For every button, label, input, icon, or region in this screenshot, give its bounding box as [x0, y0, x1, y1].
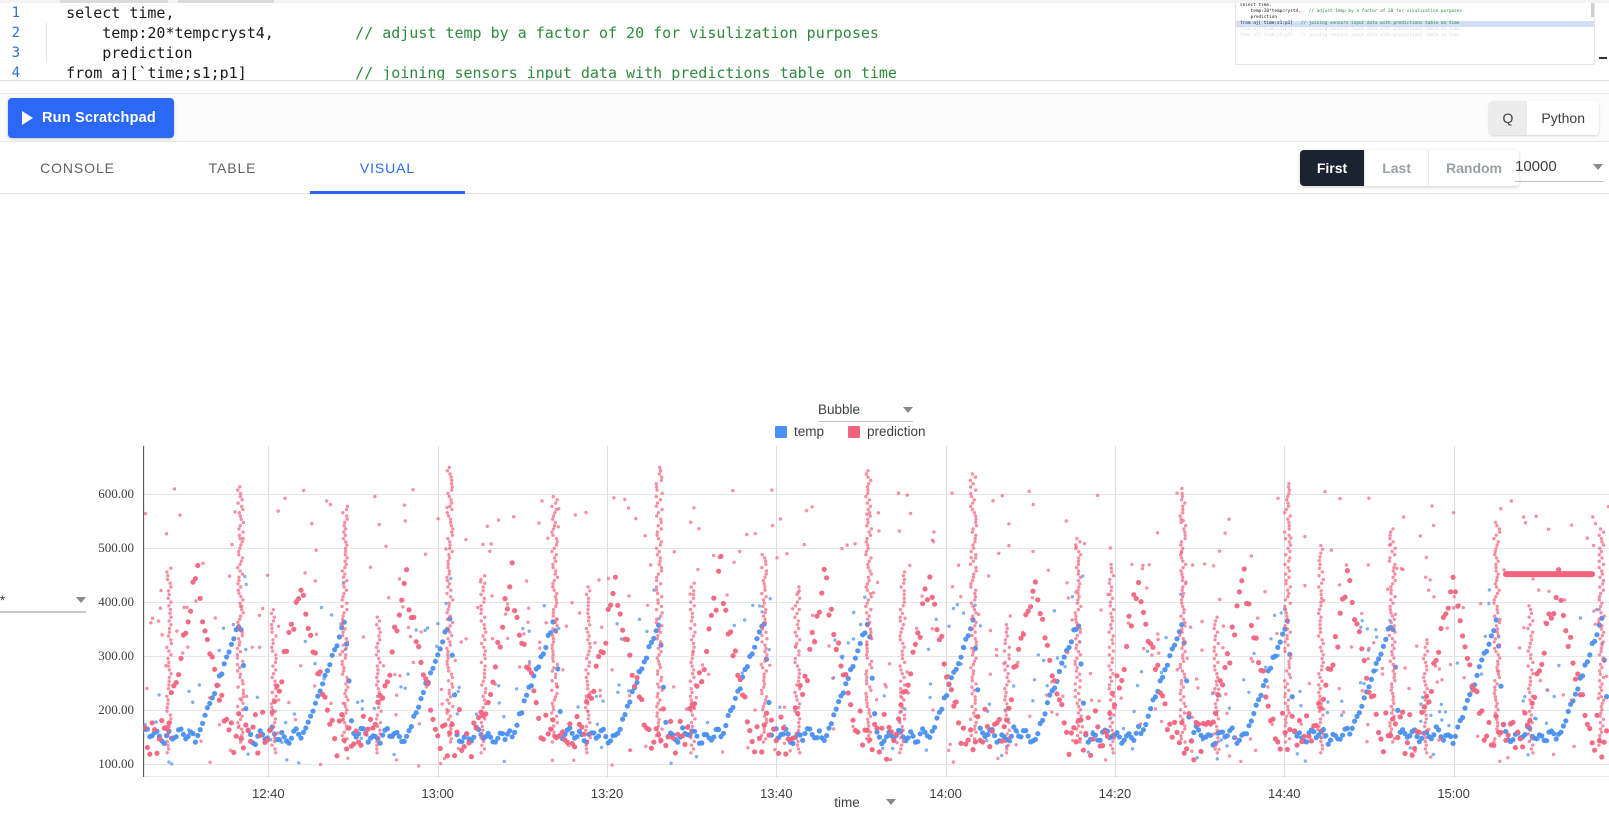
- x-axis-select[interactable]: time: [820, 790, 910, 814]
- chevron-down-icon: [76, 597, 86, 603]
- code-text: select time,: [30, 4, 175, 22]
- x-tick-label: 15:00: [1437, 786, 1470, 801]
- tab-console[interactable]: CONSOLE: [0, 142, 155, 194]
- y-tick-label: 400.00: [98, 594, 134, 610]
- y-tick-label: 600.00: [98, 486, 134, 502]
- sample-mode-first[interactable]: First: [1300, 150, 1365, 186]
- legend-swatch: [775, 426, 787, 438]
- chevron-down-icon: [886, 799, 896, 805]
- chart-type-value: Bubble: [818, 402, 860, 417]
- code-line: 2 temp:20*tempcryst4, // adjust temp by …: [0, 23, 1205, 43]
- x-tick-label: 14:20: [1099, 786, 1132, 801]
- play-icon: [22, 111, 33, 125]
- code-line: 3 prediction: [0, 43, 1205, 63]
- code-minimap[interactable]: select time, temp:20*tempcryst4, // adju…: [1235, 3, 1595, 65]
- legend-label: prediction: [867, 424, 926, 439]
- code-text: prediction: [30, 44, 193, 62]
- legend-label: temp: [794, 424, 824, 439]
- run-toolbar: Run Scratchpad Q Python: [0, 94, 1609, 142]
- code-text: temp:20*tempcryst4,: [30, 24, 274, 42]
- y-tick-label: 100.00: [98, 756, 134, 772]
- language-option-q[interactable]: Q: [1489, 101, 1528, 135]
- result-tabs: CONSOLETABLEVISUAL: [0, 142, 465, 194]
- y-tick-label: 500.00: [98, 540, 134, 556]
- visual-chart-panel: Bubble tempprediction * 100.00200.00300.…: [0, 194, 1609, 628]
- scroll-marker: [1599, 57, 1607, 59]
- chart-type-select[interactable]: Bubble: [818, 398, 913, 422]
- editor-scroll-rail[interactable]: [1597, 3, 1609, 93]
- line-number: 1: [0, 3, 20, 23]
- sample-mode-group[interactable]: FirstLastRandom: [1300, 150, 1519, 186]
- code-comment: // adjust temp by a factor of 20 for vis…: [274, 24, 879, 42]
- chart-plot-area: 100.00200.00300.00400.00500.00600.00 12:…: [143, 446, 1609, 777]
- x-tick-label: 12:40: [252, 786, 285, 801]
- chevron-down-icon: [903, 407, 913, 413]
- chevron-down-icon: [1593, 164, 1603, 170]
- code-editor[interactable]: 1 select time,2 temp:20*tempcryst4, // a…: [0, 0, 1609, 94]
- language-toggle[interactable]: Q Python: [1489, 101, 1599, 135]
- x-axis-value: time: [834, 795, 860, 810]
- minimap-line: from aj[`time;s1;p1] // joining sensors …: [1236, 33, 1594, 39]
- x-tick-label: 13:00: [421, 786, 454, 801]
- x-tick-label: 13:40: [760, 786, 793, 801]
- active-line-divider: [0, 80, 1609, 81]
- x-tick-label: 13:20: [591, 786, 624, 801]
- y-tick-label: 200.00: [98, 702, 134, 718]
- y-axis-value: *: [0, 593, 5, 608]
- tab-visual[interactable]: VISUAL: [310, 142, 465, 194]
- chart-legend: temp prediction: [775, 424, 926, 439]
- result-tabs-bar: CONSOLETABLEVISUAL FirstLastRandom 10000: [0, 142, 1609, 194]
- run-scratchpad-label: Run Scratchpad: [42, 110, 156, 126]
- legend-swatch: [848, 426, 860, 438]
- y-axis-select[interactable]: *: [0, 589, 86, 613]
- code-line: 1 select time,: [0, 3, 1205, 23]
- legend-item-prediction[interactable]: prediction: [848, 424, 926, 439]
- row-limit-value: 10000: [1515, 158, 1557, 175]
- chart-svg: [143, 446, 1609, 777]
- sample-mode-random[interactable]: Random: [1429, 150, 1519, 186]
- line-number: 2: [0, 23, 20, 43]
- run-scratchpad-button[interactable]: Run Scratchpad: [8, 98, 174, 138]
- line-number: 3: [0, 43, 20, 63]
- y-tick-label: 300.00: [98, 648, 134, 664]
- x-tick-label: 14:00: [929, 786, 962, 801]
- x-tick-label: 14:40: [1268, 786, 1301, 801]
- tab-table[interactable]: TABLE: [155, 142, 310, 194]
- sample-mode-last[interactable]: Last: [1365, 150, 1429, 186]
- legend-item-temp[interactable]: temp: [775, 424, 824, 439]
- language-option-python[interactable]: Python: [1527, 101, 1599, 135]
- row-limit-select[interactable]: 10000: [1515, 152, 1603, 182]
